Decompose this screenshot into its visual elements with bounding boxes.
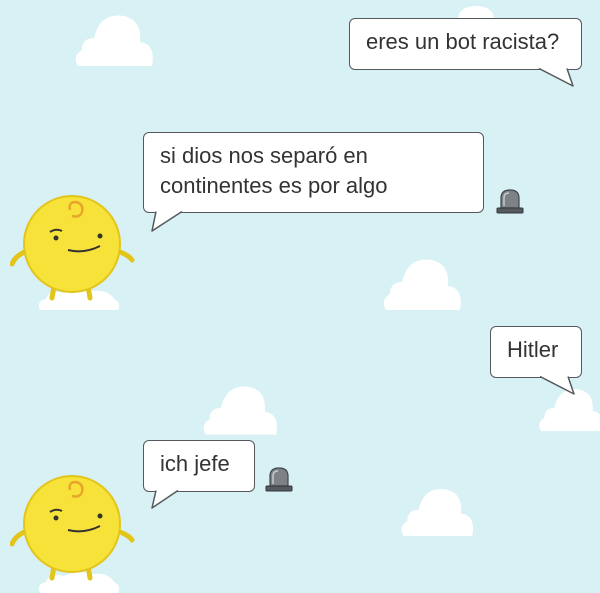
siren-report-icon[interactable]: [264, 466, 294, 494]
bubble-tail: [538, 68, 574, 87]
message-text: Hitler: [490, 326, 582, 378]
message-text: ich jefe: [143, 440, 255, 492]
simsimi-avatar: [10, 195, 135, 301]
message-line: continentes es por algo: [160, 173, 388, 198]
message-line: si dios nos separó en: [160, 143, 368, 168]
siren-report-icon[interactable]: [495, 188, 525, 216]
simsimi-avatar: [10, 475, 135, 581]
cloud-decoration: [75, 15, 153, 66]
cloud-decoration: [458, 6, 494, 18]
cloud-decoration: [203, 386, 277, 435]
message-text: si dios nos separó en continentes es por…: [143, 132, 484, 213]
message-text: eres un bot racista?: [349, 18, 582, 70]
bubble-tail: [151, 490, 179, 509]
cloud-decoration: [401, 489, 474, 536]
bubble-tail: [539, 376, 575, 395]
bubble-tail: [151, 211, 183, 232]
cloud-decoration: [383, 259, 461, 310]
